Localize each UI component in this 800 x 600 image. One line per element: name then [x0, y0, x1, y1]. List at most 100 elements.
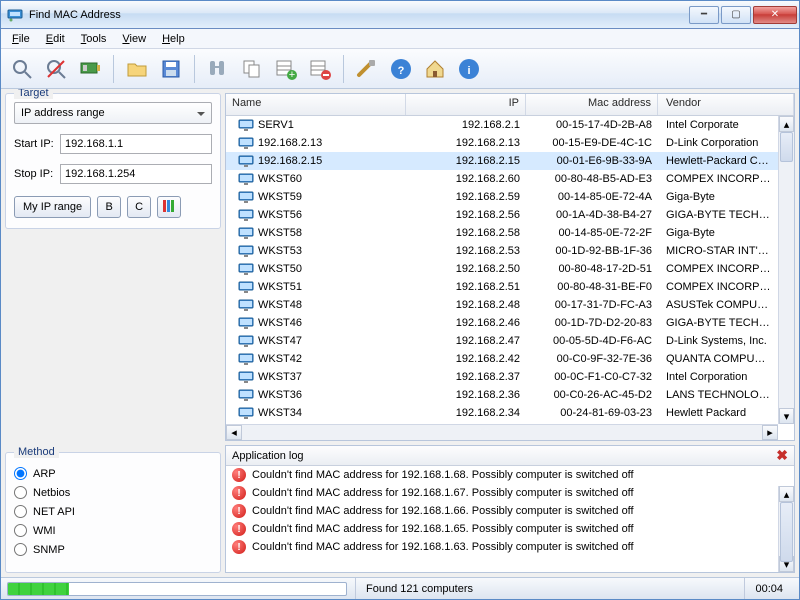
col-mac[interactable]: Mac address: [526, 94, 658, 115]
add-row-button[interactable]: +: [271, 54, 301, 84]
stop-scan-button[interactable]: [41, 54, 71, 84]
menu-edit[interactable]: Edit: [39, 31, 72, 47]
monitor-icon: [238, 245, 254, 257]
status-found: Found 121 computers: [355, 578, 483, 599]
table-row[interactable]: WKST51192.168.2.5100-80-48-31-BE-F0COMPE…: [226, 278, 778, 296]
scroll-right-icon[interactable]: ▸: [762, 425, 778, 440]
monitor-icon: [238, 371, 254, 383]
monitor-icon: [238, 209, 254, 221]
table-row[interactable]: WKST60192.168.2.6000-80-48-B5-AD-E3COMPE…: [226, 170, 778, 188]
table-row[interactable]: WKST37192.168.2.3700-0C-F1-C0-C7-32Intel…: [226, 368, 778, 386]
monitor-icon: [238, 173, 254, 185]
close-button[interactable]: ✕: [753, 6, 797, 24]
log-entry: !Couldn't find MAC address for 192.168.1…: [226, 466, 778, 484]
color-bars-icon: [162, 199, 176, 213]
menu-view[interactable]: View: [115, 31, 153, 47]
toolbar: + ? i: [1, 49, 799, 89]
table-row[interactable]: SERV1192.168.2.100-15-17-4D-2B-A8Intel C…: [226, 116, 778, 134]
titlebar: Find MAC Address ━ ▢ ✕: [1, 1, 799, 29]
monitor-icon: [238, 227, 254, 239]
col-ip[interactable]: IP: [406, 94, 526, 115]
window-title: Find MAC Address: [29, 9, 689, 21]
monitor-icon: [238, 299, 254, 311]
scroll-down-icon[interactable]: ▾: [779, 408, 794, 424]
menu-help[interactable]: Help: [155, 31, 192, 47]
home-button[interactable]: [420, 54, 450, 84]
error-icon: !: [232, 486, 246, 500]
monitor-icon: [238, 389, 254, 401]
method-option-snmp[interactable]: SNMP: [14, 543, 212, 556]
scroll-up-icon[interactable]: ▴: [779, 116, 794, 132]
log-close-button[interactable]: ✖: [776, 447, 788, 464]
target-group: Target IP address range Start IP: Stop I…: [5, 93, 221, 229]
settings-button[interactable]: [352, 54, 382, 84]
open-button[interactable]: [122, 54, 152, 84]
table-row[interactable]: WKST58192.168.2.5800-14-85-0E-72-2FGiga-…: [226, 224, 778, 242]
right-panel: Name IP Mac address Vendor SERV1192.168.…: [225, 89, 799, 577]
table-row[interactable]: WKST47192.168.2.4700-05-5D-4D-F6-ACD-Lin…: [226, 332, 778, 350]
scan-button[interactable]: [7, 54, 37, 84]
method-group: Method ARPNetbiosNET APIWMISNMP: [5, 452, 221, 573]
monitor-icon: [238, 281, 254, 293]
table-row[interactable]: 192.168.2.13192.168.2.1300-15-E9-DE-4C-1…: [226, 134, 778, 152]
log-entry: !Couldn't find MAC address for 192.168.1…: [226, 520, 778, 538]
table-row[interactable]: 192.168.2.15192.168.2.1500-01-E6-9B-33-9…: [226, 152, 778, 170]
table-row[interactable]: WKST50192.168.2.5000-80-48-17-2D-51COMPE…: [226, 260, 778, 278]
color-legend-button[interactable]: [157, 196, 181, 218]
start-ip-input[interactable]: [60, 134, 212, 154]
delete-row-button[interactable]: [305, 54, 335, 84]
maximize-button[interactable]: ▢: [721, 6, 751, 24]
table-horizontal-scrollbar[interactable]: ◂ ▸: [226, 424, 778, 440]
svg-text:+: +: [289, 69, 295, 81]
menu-tools[interactable]: Tools: [74, 31, 114, 47]
method-legend: Method: [14, 446, 59, 458]
log-entry: !Couldn't find MAC address for 192.168.1…: [226, 502, 778, 520]
error-icon: !: [232, 468, 246, 482]
results-table: Name IP Mac address Vendor SERV1192.168.…: [225, 93, 795, 441]
monitor-icon: [238, 407, 254, 419]
table-row[interactable]: WKST36192.168.2.3600-C0-26-AC-45-D2LANS …: [226, 386, 778, 404]
method-option-wmi[interactable]: WMI: [14, 524, 212, 537]
app-icon: [7, 7, 23, 23]
help-button[interactable]: ?: [386, 54, 416, 84]
stop-ip-label: Stop IP:: [14, 168, 54, 180]
class-c-button[interactable]: C: [127, 196, 151, 218]
target-combo[interactable]: IP address range: [14, 102, 212, 124]
table-row[interactable]: WKST48192.168.2.4800-17-31-7D-FC-A3ASUST…: [226, 296, 778, 314]
about-button[interactable]: i: [454, 54, 484, 84]
svg-text:i: i: [467, 65, 470, 77]
table-row[interactable]: WKST59192.168.2.5900-14-85-0E-72-4AGiga-…: [226, 188, 778, 206]
method-option-arp[interactable]: ARP: [14, 467, 212, 480]
find-button[interactable]: [203, 54, 233, 84]
network-card-button[interactable]: [75, 54, 105, 84]
method-option-netbios[interactable]: Netbios: [14, 486, 212, 499]
method-option-net-api[interactable]: NET API: [14, 505, 212, 518]
table-row[interactable]: WKST56192.168.2.5600-1A-4D-38-B4-27GIGA-…: [226, 206, 778, 224]
left-panel: Target IP address range Start IP: Stop I…: [1, 89, 225, 577]
status-time: 00:04: [744, 578, 793, 599]
progress-bar: [7, 582, 347, 596]
table-vertical-scrollbar[interactable]: ▴ ▾: [778, 116, 794, 424]
copy-button[interactable]: [237, 54, 267, 84]
minimize-button[interactable]: ━: [689, 6, 719, 24]
log-vertical-scrollbar[interactable]: ▴ ▾: [778, 486, 794, 572]
table-row[interactable]: WKST46192.168.2.4600-1D-7D-D2-20-83GIGA-…: [226, 314, 778, 332]
class-b-button[interactable]: B: [97, 196, 121, 218]
scroll-left-icon[interactable]: ◂: [226, 425, 242, 440]
table-row[interactable]: WKST42192.168.2.4200-C0-9F-32-7E-36QUANT…: [226, 350, 778, 368]
monitor-icon: [238, 137, 254, 149]
col-name[interactable]: Name: [226, 94, 406, 115]
table-row[interactable]: WKST34192.168.2.3400-24-81-69-03-23Hewle…: [226, 404, 778, 422]
table-header: Name IP Mac address Vendor: [226, 94, 794, 116]
menu-file[interactable]: FFile/*inline*/ile: [5, 31, 37, 47]
scroll-up-icon[interactable]: ▴: [779, 486, 794, 502]
target-legend: Target: [14, 89, 53, 99]
menubar: FFile/*inline*/ile Edit Tools View Help: [1, 29, 799, 49]
monitor-icon: [238, 317, 254, 329]
app-window: Find MAC Address ━ ▢ ✕ FFile/*inline*/il…: [0, 0, 800, 600]
my-ip-range-button[interactable]: My IP range: [14, 196, 91, 218]
stop-ip-input[interactable]: [60, 164, 212, 184]
col-vendor[interactable]: Vendor: [658, 94, 794, 115]
save-button[interactable]: [156, 54, 186, 84]
table-row[interactable]: WKST53192.168.2.5300-1D-92-BB-1F-36MICRO…: [226, 242, 778, 260]
